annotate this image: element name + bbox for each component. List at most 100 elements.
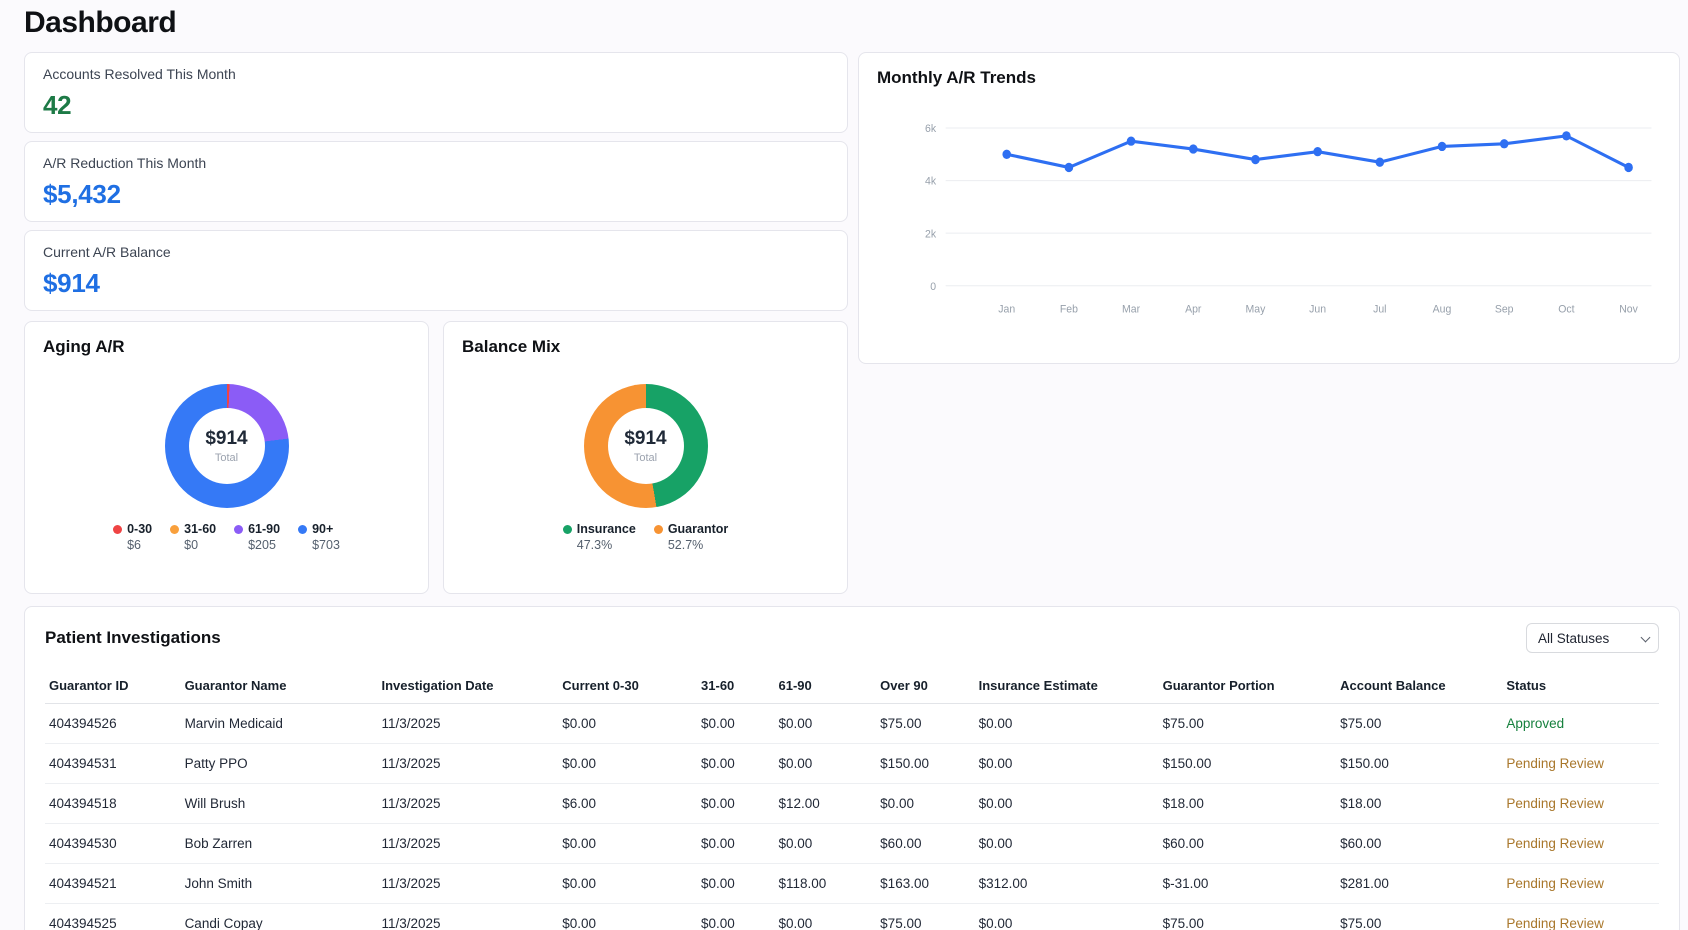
svg-text:0: 0 bbox=[930, 281, 936, 293]
table-cell: 11/3/2025 bbox=[377, 864, 558, 904]
monthly-ar-trends-card: Monthly A/R Trends 02k4k6kJanFebMarAprMa… bbox=[858, 52, 1680, 364]
table-cell: $75.00 bbox=[876, 704, 974, 744]
svg-text:May: May bbox=[1246, 303, 1266, 315]
column-header: 61-90 bbox=[775, 668, 877, 704]
page-title: Dashboard bbox=[24, 6, 1680, 40]
table-cell: $0.00 bbox=[697, 864, 774, 904]
table-header-row: Guarantor IDGuarantor NameInvestigation … bbox=[45, 668, 1659, 704]
table-cell: $150.00 bbox=[1159, 744, 1337, 784]
balance-mix-card: Balance Mix $914 Total Insurance47.3%Gua… bbox=[443, 321, 848, 594]
aging-ar-card: Aging A/R $914 Total 0-30$631-60$061-90$… bbox=[24, 321, 429, 594]
column-header: Account Balance bbox=[1336, 668, 1502, 704]
table-row: 404394518Will Brush11/3/2025$6.00$0.00$1… bbox=[45, 784, 1659, 824]
donut-row: Aging A/R $914 Total 0-30$631-60$061-90$… bbox=[24, 321, 848, 594]
table-cell: $-31.00 bbox=[1159, 864, 1337, 904]
stat-card-accounts-resolved: Accounts Resolved This Month 42 bbox=[24, 52, 848, 133]
column-header: Guarantor ID bbox=[45, 668, 181, 704]
stat-value: $914 bbox=[43, 268, 829, 299]
legend-label: 61-90 bbox=[248, 522, 280, 536]
monthly-ar-trends-title: Monthly A/R Trends bbox=[877, 68, 1661, 88]
aging-ar-legend: 0-30$631-60$061-90$20590+$703 bbox=[43, 522, 410, 552]
patient-investigations-title: Patient Investigations bbox=[45, 628, 221, 648]
status-filter-select[interactable]: All Statuses bbox=[1526, 623, 1659, 653]
table-cell: $0.00 bbox=[558, 744, 697, 784]
svg-text:Nov: Nov bbox=[1619, 303, 1638, 315]
table-cell: $60.00 bbox=[1159, 824, 1337, 864]
balance-mix-donut-wrap: $914 Total bbox=[462, 384, 829, 508]
table-cell: 404394531 bbox=[45, 744, 181, 784]
balance-mix-donut-chart: $914 Total bbox=[584, 384, 708, 508]
svg-text:4k: 4k bbox=[925, 175, 937, 187]
table-body: 404394526Marvin Medicaid11/3/2025$0.00$0… bbox=[45, 704, 1659, 930]
svg-text:Jul: Jul bbox=[1373, 303, 1386, 315]
table-cell: $0.00 bbox=[975, 784, 1159, 824]
table-cell: $0.00 bbox=[975, 704, 1159, 744]
table-cell: $0.00 bbox=[775, 704, 877, 744]
legend-value: $6 bbox=[127, 538, 152, 552]
donut-total-label: Total bbox=[215, 452, 238, 464]
patient-investigations-table: Guarantor IDGuarantor NameInvestigation … bbox=[45, 668, 1659, 930]
table-cell: $0.00 bbox=[975, 824, 1159, 864]
status-filter-wrap: All Statuses bbox=[1526, 623, 1659, 653]
svg-text:Jan: Jan bbox=[998, 303, 1015, 315]
table-cell: 11/3/2025 bbox=[377, 744, 558, 784]
table-cell: Patty PPO bbox=[181, 744, 378, 784]
table-cell: Marvin Medicaid bbox=[181, 704, 378, 744]
status-cell: Pending Review bbox=[1502, 784, 1659, 824]
stat-label: Accounts Resolved This Month bbox=[43, 66, 829, 82]
svg-text:6k: 6k bbox=[925, 123, 937, 135]
table-cell: 404394526 bbox=[45, 704, 181, 744]
table-cell: $75.00 bbox=[1336, 704, 1502, 744]
table-cell: John Smith bbox=[181, 864, 378, 904]
legend-label: 90+ bbox=[312, 522, 333, 536]
svg-text:Jun: Jun bbox=[1309, 303, 1326, 315]
table-cell: $0.00 bbox=[876, 784, 974, 824]
table-cell: 404394518 bbox=[45, 784, 181, 824]
donut-total-value: $914 bbox=[205, 428, 247, 450]
table-cell: $60.00 bbox=[876, 824, 974, 864]
table-cell: $18.00 bbox=[1336, 784, 1502, 824]
table-cell: $281.00 bbox=[1336, 864, 1502, 904]
table-cell: $75.00 bbox=[1336, 904, 1502, 930]
column-header: Investigation Date bbox=[377, 668, 558, 704]
legend-dot-icon bbox=[563, 525, 572, 534]
legend-dot-icon bbox=[298, 525, 307, 534]
donut-total-label: Total bbox=[634, 452, 657, 464]
dashboard-page: Dashboard Accounts Resolved This Month 4… bbox=[0, 0, 1688, 930]
table-cell: $0.00 bbox=[697, 704, 774, 744]
aging-ar-legend-item: 31-60$0 bbox=[170, 522, 216, 552]
svg-text:Oct: Oct bbox=[1558, 303, 1574, 315]
table-row: 404394530Bob Zarren11/3/2025$0.00$0.00$0… bbox=[45, 824, 1659, 864]
donut-total-value: $914 bbox=[624, 428, 666, 450]
table-cell: $150.00 bbox=[1336, 744, 1502, 784]
table-cell: $0.00 bbox=[697, 784, 774, 824]
legend-value: 52.7% bbox=[668, 538, 728, 552]
column-header: Guarantor Name bbox=[181, 668, 378, 704]
legend-label: 31-60 bbox=[184, 522, 216, 536]
legend-value: 47.3% bbox=[577, 538, 636, 552]
table-cell: $163.00 bbox=[876, 864, 974, 904]
column-header: Insurance Estimate bbox=[975, 668, 1159, 704]
column-header: Over 90 bbox=[876, 668, 974, 704]
table-cell: 11/3/2025 bbox=[377, 784, 558, 824]
column-header: Guarantor Portion bbox=[1159, 668, 1337, 704]
svg-text:Sep: Sep bbox=[1495, 303, 1514, 315]
aging-ar-legend-item: 0-30$6 bbox=[113, 522, 152, 552]
table-row: 404394531Patty PPO11/3/2025$0.00$0.00$0.… bbox=[45, 744, 1659, 784]
table-cell: $0.00 bbox=[558, 824, 697, 864]
table-cell: 404394521 bbox=[45, 864, 181, 904]
table-cell: $0.00 bbox=[775, 744, 877, 784]
table-cell: $75.00 bbox=[1159, 904, 1337, 930]
balance-mix-donut-center: $914 Total bbox=[608, 408, 684, 484]
table-cell: 404394530 bbox=[45, 824, 181, 864]
column-header: Status bbox=[1502, 668, 1659, 704]
aging-ar-donut-chart: $914 Total bbox=[165, 384, 289, 508]
legend-value: $205 bbox=[248, 538, 280, 552]
table-cell: 404394525 bbox=[45, 904, 181, 930]
legend-dot-icon bbox=[234, 525, 243, 534]
table-cell: $118.00 bbox=[775, 864, 877, 904]
table-cell: 11/3/2025 bbox=[377, 704, 558, 744]
status-cell: Pending Review bbox=[1502, 864, 1659, 904]
table-cell: $0.00 bbox=[697, 824, 774, 864]
table-cell: $312.00 bbox=[975, 864, 1159, 904]
